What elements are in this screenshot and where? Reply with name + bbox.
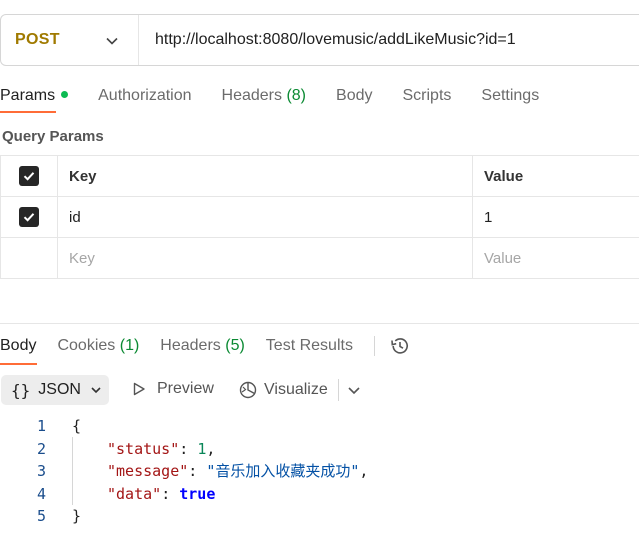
tab-response-headers-count: (5) bbox=[225, 337, 245, 354]
tab-response-headers-label: Headers bbox=[160, 337, 221, 354]
new-value-field[interactable]: Value bbox=[473, 238, 639, 278]
row-checkbox-cell bbox=[1, 197, 58, 237]
braces-icon: {} bbox=[11, 380, 31, 400]
visualize-options-chevron-icon[interactable] bbox=[347, 385, 361, 397]
code-line: 4 "data": true bbox=[0, 483, 368, 506]
tab-headers-count: (8) bbox=[286, 87, 307, 104]
tab-cookies-label: Cookies bbox=[57, 337, 116, 354]
preview-label: Preview bbox=[157, 380, 214, 397]
line-number: 4 bbox=[36, 484, 46, 503]
chevron-down-icon bbox=[91, 387, 101, 394]
empty-checkbox-cell bbox=[1, 238, 58, 278]
tab-test-results[interactable]: Test Results bbox=[266, 337, 353, 355]
visualize-button[interactable]: Visualize bbox=[238, 380, 328, 400]
code-line: 3 "message": "音乐加入收藏夹成功", bbox=[0, 460, 368, 483]
line-number: 2 bbox=[36, 439, 46, 458]
tab-headers[interactable]: Headers (8) bbox=[222, 87, 307, 105]
format-selector[interactable]: {} JSON bbox=[1, 375, 109, 405]
query-params-title: Query Params bbox=[2, 128, 104, 145]
tab-response-headers[interactable]: Headers (5) bbox=[160, 337, 245, 355]
table-row-empty: Key Value bbox=[0, 238, 639, 279]
tab-cookies-count: (1) bbox=[119, 337, 140, 354]
code-text: "message": "音乐加入收藏夹成功", bbox=[107, 462, 369, 480]
code-text: { bbox=[72, 417, 82, 435]
json-value: true bbox=[179, 484, 216, 503]
select-all-checkbox[interactable] bbox=[19, 166, 39, 186]
active-tab-underline bbox=[0, 111, 56, 113]
method-selector[interactable]: POST bbox=[1, 15, 139, 65]
url-input[interactable]: http://localhost:8080/lovemusic/addLikeM… bbox=[139, 31, 516, 49]
method-label: POST bbox=[15, 31, 60, 48]
chevron-down-icon bbox=[106, 37, 118, 45]
indent-guide bbox=[72, 437, 73, 505]
toolbar-divider bbox=[338, 379, 339, 401]
param-key-field[interactable]: id bbox=[58, 197, 473, 237]
json-value: "音乐加入收藏夹成功" bbox=[206, 462, 360, 480]
response-body-viewer[interactable]: 1 { 2 "status": 1, 3 "message": "音乐加入收藏夹… bbox=[0, 415, 368, 528]
code-line: 5 } bbox=[0, 505, 368, 528]
tab-params[interactable]: Params bbox=[0, 87, 69, 105]
pane-divider[interactable] bbox=[0, 323, 639, 324]
column-header-key: Key bbox=[58, 156, 473, 196]
tab-settings[interactable]: Settings bbox=[481, 87, 539, 105]
tab-cookies[interactable]: Cookies (1) bbox=[57, 337, 139, 355]
row-checkbox[interactable] bbox=[19, 207, 39, 227]
code-line: 1 { bbox=[0, 415, 368, 438]
tab-params-label: Params bbox=[0, 87, 56, 104]
table-row: id 1 bbox=[0, 197, 639, 238]
params-active-dot-icon bbox=[61, 91, 69, 99]
select-all-cell bbox=[1, 156, 58, 196]
history-icon[interactable] bbox=[389, 335, 411, 357]
line-number: 3 bbox=[36, 462, 46, 480]
json-key: "message" bbox=[107, 462, 189, 480]
format-label: JSON bbox=[38, 381, 81, 398]
tab-headers-label: Headers bbox=[221, 87, 282, 104]
tabs-divider bbox=[373, 336, 375, 356]
table-header-row: Key Value bbox=[0, 156, 639, 197]
request-tabs: Params Authorization Headers (8) Body Sc… bbox=[0, 84, 569, 108]
tab-body[interactable]: Body bbox=[336, 87, 372, 105]
column-header-value: Value bbox=[484, 167, 524, 185]
tab-response-body[interactable]: Body bbox=[0, 337, 36, 355]
request-url-bar: POST http://localhost:8080/lovemusic/add… bbox=[0, 14, 639, 66]
visualize-label: Visualize bbox=[264, 381, 328, 398]
json-key: "status" bbox=[107, 439, 180, 458]
json-key: "data" bbox=[107, 484, 162, 503]
code-text: } bbox=[72, 507, 82, 525]
line-number: 1 bbox=[36, 417, 46, 435]
param-value-field[interactable]: 1 bbox=[473, 197, 639, 237]
play-icon bbox=[133, 382, 145, 396]
new-key-field[interactable]: Key bbox=[58, 238, 473, 278]
code-line: 2 "status": 1, bbox=[0, 438, 368, 461]
response-tabs: Body Cookies (1) Headers (5) Test Result… bbox=[0, 335, 411, 357]
active-response-tab-underline bbox=[0, 363, 37, 365]
query-params-table: Key Value id 1 Key Value bbox=[0, 155, 639, 279]
visualize-icon bbox=[239, 381, 257, 399]
line-number: 5 bbox=[36, 507, 46, 525]
preview-button[interactable]: Preview bbox=[131, 380, 214, 398]
check-icon bbox=[23, 172, 35, 181]
tab-scripts[interactable]: Scripts bbox=[402, 87, 451, 105]
check-icon bbox=[23, 213, 35, 222]
json-value: 1 bbox=[197, 439, 207, 458]
tab-authorization[interactable]: Authorization bbox=[98, 87, 191, 105]
